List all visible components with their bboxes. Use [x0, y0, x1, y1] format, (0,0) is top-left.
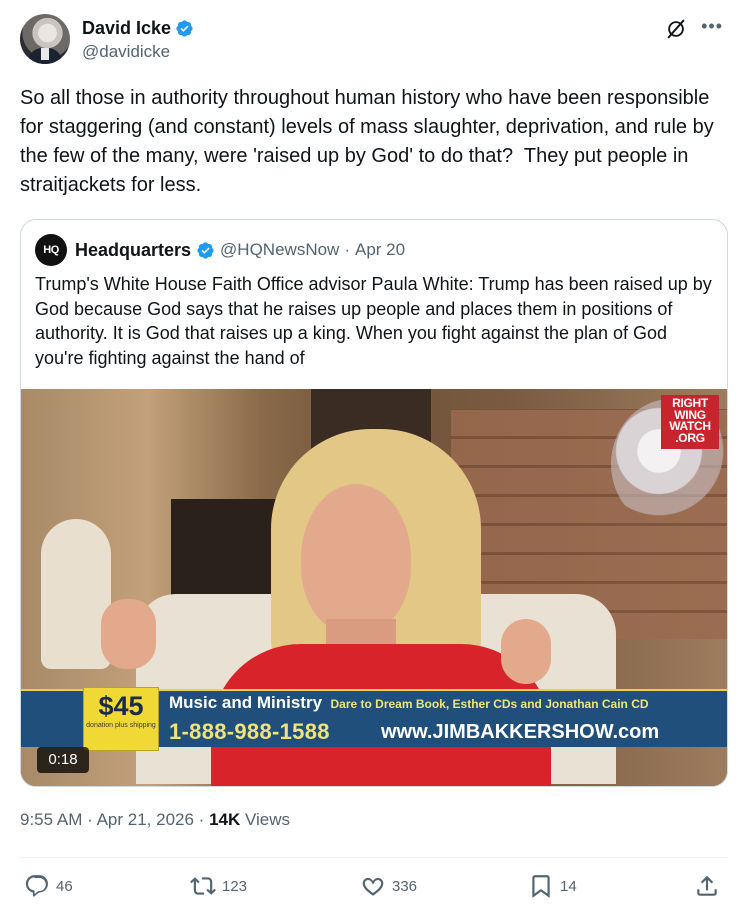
share-icon	[697, 875, 717, 896]
like-button[interactable]: 336	[360, 868, 417, 904]
banner-subtitle: Dare to Dream Book, Esther CDs and Jonat…	[330, 697, 649, 711]
views-label: Views	[245, 810, 291, 829]
bookmark-count: 14	[560, 877, 577, 895]
meta-separator: ·	[198, 810, 205, 829]
video-person-face	[301, 484, 411, 634]
verified-badge-icon	[176, 20, 193, 37]
views-count: 14K	[209, 810, 241, 829]
meta-separator: ·	[87, 810, 93, 829]
tweet-header: David Icke @davidicke •••	[20, 14, 727, 68]
banner-url: www.JIMBAKKERSHOW.com	[381, 721, 660, 743]
banner-title: Music and Ministry	[169, 693, 323, 712]
reply-icon	[25, 875, 48, 897]
video-player[interactable]: RIGHT WING WATCH .ORG $45 donation plus …	[21, 389, 727, 786]
quoted-date[interactable]: Apr 20	[355, 240, 405, 260]
action-bar: 46 123 336 14	[0, 868, 747, 904]
tweet-meta: 9:55 AM · Apr 21, 2026 · 14K Views	[20, 810, 290, 830]
price-badge: $45 donation plus shipping	[83, 687, 159, 751]
bookmark-icon	[532, 875, 550, 898]
repost-icon	[190, 877, 216, 895]
banner-title-row: Music and Ministry Dare to Dream Book, E…	[169, 693, 649, 713]
quoted-header: HQ Headquarters @HQNewsNow · Apr 20	[35, 234, 405, 266]
like-count: 336	[392, 877, 418, 895]
reply-count: 46	[56, 877, 73, 895]
heart-icon	[362, 877, 384, 896]
divider	[20, 857, 727, 858]
quoted-separator: ·	[344, 240, 350, 259]
quoted-text: Trump's White House Faith Office advisor…	[35, 274, 712, 368]
quoted-avatar[interactable]: HQ	[35, 234, 67, 266]
price-amount: $45	[98, 691, 144, 721]
banner-phone: 1-888-988-1588	[169, 719, 330, 744]
tweet-text: So all those in authority throughout hum…	[20, 87, 720, 196]
video-person-hand-left	[101, 599, 156, 669]
grok-icon[interactable]	[665, 18, 687, 40]
repost-button[interactable]: 123	[190, 868, 247, 904]
tweet-date[interactable]: Apr 21, 2026	[97, 810, 194, 829]
share-button[interactable]	[694, 868, 720, 904]
quoted-tweet[interactable]: HQ Headquarters @HQNewsNow · Apr 20 Trum…	[20, 219, 728, 787]
bookmark-button[interactable]: 14	[528, 868, 577, 904]
verified-badge-icon	[197, 241, 214, 259]
quoted-display-name[interactable]: Headquarters	[75, 240, 191, 261]
right-wing-watch-logo: RIGHT WING WATCH .ORG	[661, 395, 719, 449]
repost-count: 123	[222, 877, 248, 895]
tweet-time[interactable]: 9:55 AM	[20, 810, 82, 829]
author-avatar[interactable]	[20, 14, 70, 64]
video-duration: 0:18	[37, 747, 89, 773]
author-handle[interactable]: @davidicke	[82, 42, 170, 62]
author-name-row: David Icke	[82, 18, 194, 39]
rww-line: .ORG	[675, 430, 705, 445]
quoted-handle[interactable]: @HQNewsNow	[220, 240, 339, 260]
more-icon[interactable]: •••	[701, 16, 723, 37]
price-subtext: donation plus shipping	[86, 722, 156, 729]
video-person-hand-right	[501, 619, 551, 684]
reply-button[interactable]: 46	[24, 868, 73, 904]
author-display-name[interactable]: David Icke	[82, 18, 171, 39]
avatar-collar	[41, 48, 49, 60]
